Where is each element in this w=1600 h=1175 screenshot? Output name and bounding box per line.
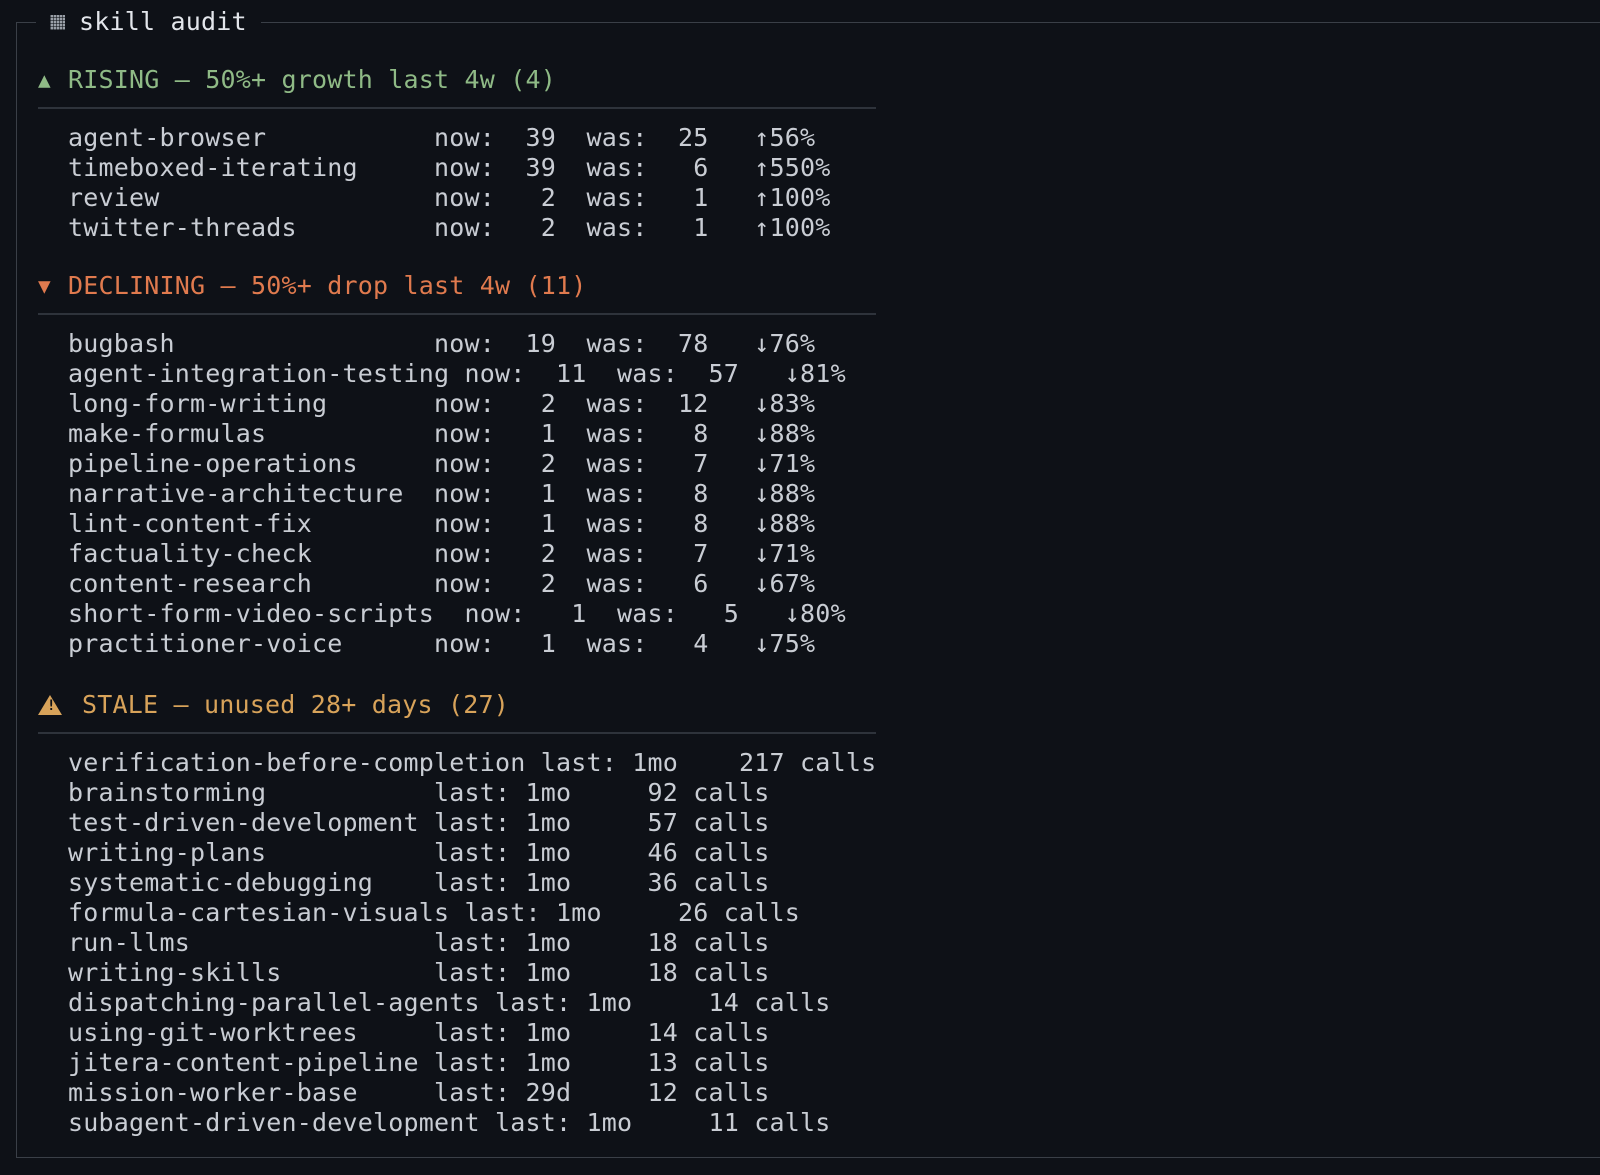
- stale-header-text: STALE — unused 28+ days (27): [82, 690, 510, 719]
- list-item: brainstorming last: 1mo 92 calls: [68, 778, 770, 807]
- list-item: practitioner-voice now: 1 was: 4 ↓75%: [68, 629, 816, 658]
- warning-icon: [38, 695, 62, 715]
- list-item: bugbash now: 19 was: 78 ↓76%: [68, 329, 816, 358]
- panel-title: skill audit: [36, 0, 261, 44]
- rising-header-text: RISING — 50%+ growth last 4w (4): [68, 65, 557, 94]
- list-item: systematic-debugging last: 1mo 36 calls: [68, 868, 770, 897]
- list-item: writing-skills last: 1mo 18 calls: [68, 958, 770, 987]
- list-item: agent-integration-testing now: 11 was: 5…: [68, 359, 846, 388]
- list-item: factuality-check now: 2 was: 7 ↓71%: [68, 539, 816, 568]
- list-item: twitter-threads now: 2 was: 1 ↑100%: [68, 213, 831, 242]
- list-item: dispatching-parallel-agents last: 1mo 14…: [68, 988, 831, 1017]
- declining-section-header: ▼ DECLINING — 50%+ drop last 4w (11): [38, 270, 587, 302]
- list-item: short-form-video-scripts now: 1 was: 5 ↓…: [68, 599, 846, 628]
- list-item: using-git-worktrees last: 1mo 14 calls: [68, 1018, 770, 1047]
- stale-list: verification-before-completion last: 1mo…: [68, 748, 876, 1138]
- list-item: verification-before-completion last: 1mo…: [68, 748, 877, 777]
- list-item: timeboxed-iterating now: 39 was: 6 ↑550%: [68, 153, 831, 182]
- list-item: review now: 2 was: 1 ↑100%: [68, 183, 831, 212]
- declining-divider: [38, 313, 876, 315]
- stale-divider: [38, 732, 876, 734]
- list-item: narrative-architecture now: 1 was: 8 ↓88…: [68, 479, 816, 508]
- list-item: lint-content-fix now: 1 was: 8 ↓88%: [68, 509, 816, 538]
- list-item: make-formulas now: 1 was: 8 ↓88%: [68, 419, 816, 448]
- panel-square-icon: [50, 14, 65, 30]
- triangle-down-icon: ▼: [38, 274, 51, 298]
- stale-section-header: STALE — unused 28+ days (27): [38, 689, 509, 721]
- triangle-up-icon: ▲: [38, 68, 51, 92]
- list-item: content-research now: 2 was: 6 ↓67%: [68, 569, 816, 598]
- panel-title-text: skill audit: [79, 7, 247, 36]
- list-item: agent-browser now: 39 was: 25 ↑56%: [68, 123, 816, 152]
- list-item: writing-plans last: 1mo 46 calls: [68, 838, 770, 867]
- declining-header-text: DECLINING — 50%+ drop last 4w (11): [68, 271, 587, 300]
- list-item: pipeline-operations now: 2 was: 7 ↓71%: [68, 449, 816, 478]
- list-item: jitera-content-pipeline last: 1mo 13 cal…: [68, 1048, 770, 1077]
- list-item: long-form-writing now: 2 was: 12 ↓83%: [68, 389, 816, 418]
- list-item: mission-worker-base last: 29d 12 calls: [68, 1078, 770, 1107]
- rising-section-header: ▲ RISING — 50%+ growth last 4w (4): [38, 64, 556, 96]
- rising-list: agent-browser now: 39 was: 25 ↑56% timeb…: [68, 123, 831, 243]
- list-item: run-llms last: 1mo 18 calls: [68, 928, 770, 957]
- declining-list: bugbash now: 19 was: 78 ↓76% agent-integ…: [68, 329, 846, 659]
- list-item: subagent-driven-development last: 1mo 11…: [68, 1108, 831, 1137]
- list-item: test-driven-development last: 1mo 57 cal…: [68, 808, 770, 837]
- rising-divider: [38, 107, 876, 109]
- list-item: formula-cartesian-visuals last: 1mo 26 c…: [68, 898, 801, 927]
